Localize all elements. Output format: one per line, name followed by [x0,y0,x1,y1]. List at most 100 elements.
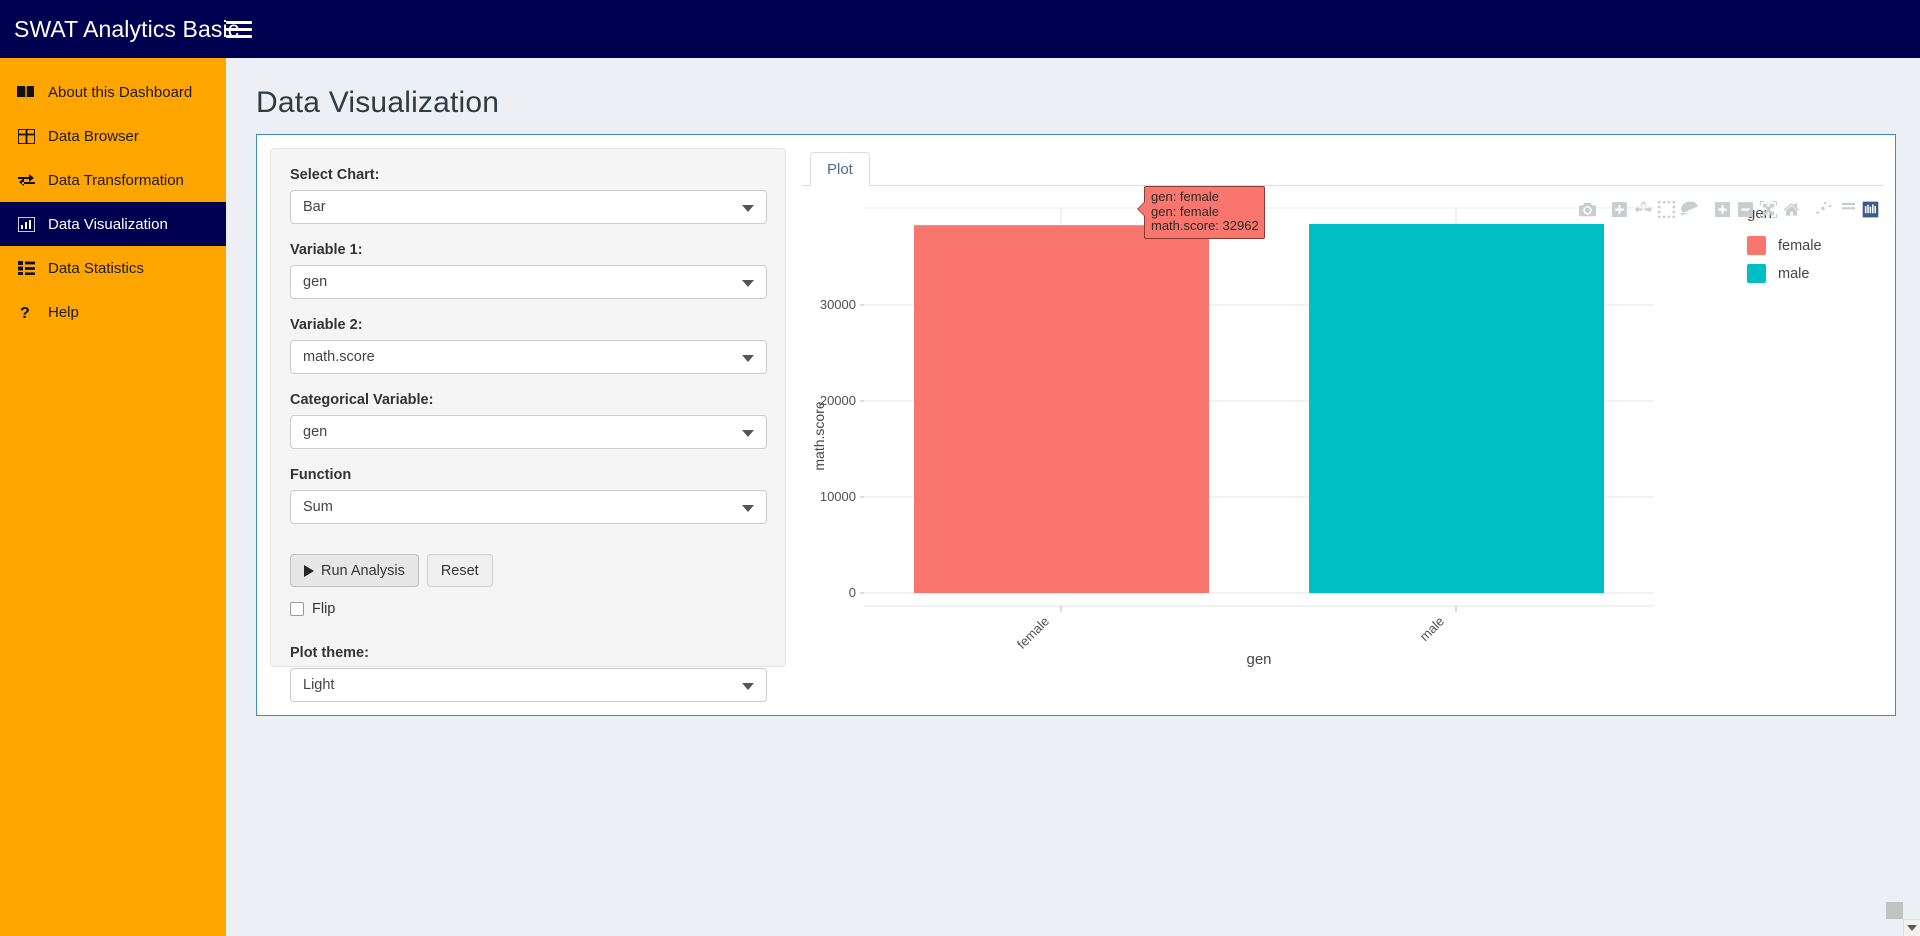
autoscale-icon[interactable] [1757,198,1780,220]
x-tick-label: male [1417,614,1448,645]
book-icon [16,83,36,101]
run-analysis-label: Run Analysis [321,562,405,579]
categorical-variable-value: gen [303,424,328,440]
run-analysis-button[interactable]: Run Analysis [290,554,419,587]
legend-swatch [1747,236,1766,255]
chevron-down-icon [742,683,754,690]
download-plot-as-png-icon[interactable] [1576,198,1599,220]
question-mark-icon: ? [16,303,36,321]
chevron-down-icon [742,205,754,212]
plot-theme-value: Light [303,677,335,693]
flip-checkbox[interactable] [290,602,304,616]
variable1-dropdown[interactable]: gen [290,265,767,299]
reset-label: Reset [440,562,479,579]
chart-options-form: Select Chart: Bar Variable 1: gen Variab… [270,148,786,702]
bar-female[interactable] [914,225,1209,593]
chevron-down-icon [742,430,754,437]
variable2-label: Variable 2: [290,317,363,333]
sidebar-item-help[interactable]: ? Help [0,290,226,334]
x-tick-label: female [1014,614,1052,652]
window-resize-grip[interactable] [1903,919,1920,936]
page-title: Data Visualization [256,86,500,119]
zoom-icon[interactable] [1609,198,1632,220]
tooltip-arrow [1138,201,1146,217]
variable1-label: Variable 1: [290,242,363,258]
variable1-value: gen [303,274,328,290]
reset-axes-home-icon[interactable] [1780,198,1803,220]
hamburger-icon[interactable] [226,16,252,42]
y-tick-label: 10000 [820,489,856,504]
zoom-out-icon[interactable] [1734,198,1757,220]
sidebar-item-data-visualization[interactable]: Data Visualization [0,202,226,246]
categorical-variable-dropdown[interactable]: gen [290,415,767,449]
lasso-select-icon[interactable] [1678,198,1701,220]
visualization-card: Select Chart: Bar Variable 1: gen Variab… [256,134,1896,716]
plotly-chart: 0 10000 20000 30000 math.score female ma… [802,186,1884,686]
svg-text:?: ? [20,305,30,320]
app-brand-title: SWAT Analytics Basic [14,15,240,42]
plot-theme-label: Plot theme: [290,645,369,661]
tooltip-line: gen: female [1151,189,1219,204]
sidebar-item-data-transformation[interactable]: Data Transformation [0,158,226,202]
variable2-dropdown[interactable]: math.score [290,340,767,374]
select-chart-dropdown[interactable]: Bar [290,190,767,224]
plot-svg: 0 10000 20000 30000 math.score female ma… [811,205,1772,668]
list-icon [16,259,36,277]
hover-compare-data-icon[interactable] [1836,198,1859,220]
chevron-down-icon [742,280,754,287]
sidebar-item-label: Data Visualization [48,215,168,233]
x-axis-title: gen [1246,651,1271,668]
flip-label: Flip [312,601,336,617]
exchange-arrows-icon [16,171,36,189]
pan-icon[interactable] [1632,198,1655,220]
tab-plot[interactable]: Plot [810,152,870,187]
tooltip-line: math.score: 32962 [1151,218,1259,233]
sidebar-item-data-browser[interactable]: Data Browser [0,114,226,158]
sidebar-item-data-statistics[interactable]: Data Statistics [0,246,226,290]
select-chart-value: Bar [303,199,326,215]
select-chart-label: Select Chart: [290,167,380,183]
flip-checkbox-row[interactable]: Flip [290,601,766,617]
top-navbar: SWAT Analytics Basic [0,0,1920,58]
reset-button[interactable]: Reset [426,554,493,587]
tab-plot-label: Plot [827,161,853,178]
toggle-spike-lines-icon[interactable] [1813,198,1836,220]
legend-swatch [1747,264,1766,283]
plot-theme-dropdown[interactable]: Light [290,668,767,702]
legend-item-female[interactable]: female [1747,236,1822,255]
plot-legend: female male [1747,236,1822,292]
zoom-in-icon[interactable] [1711,198,1734,220]
legend-item-male[interactable]: male [1747,264,1822,283]
y-axis-title: math.score [811,401,827,470]
table-icon [16,127,36,145]
legend-label: male [1778,265,1810,282]
bar-chart-icon [16,215,36,233]
bar-male[interactable] [1309,224,1604,593]
box-select-icon[interactable] [1655,198,1678,220]
app-root: SWAT Analytics Basic About this Dashboar… [0,0,1920,936]
main-content: Data Visualization Select Chart: Bar Var… [226,58,1920,936]
chevron-down-icon [742,355,754,362]
legend-label: female [1778,237,1822,254]
plotly-modebar [1566,198,1882,220]
function-value: Sum [303,499,333,515]
function-label: Function [290,467,352,483]
hover-closest-data-icon[interactable] [1859,198,1882,220]
form-action-buttons: Run Analysis Reset [290,554,766,587]
hover-tooltip: gen: female gen: female math.score: 3296… [1137,186,1265,239]
plot-panel: Plot 0 10000 20000 30000 math.score fema… [802,148,1884,688]
scrollbar-corner [1886,902,1903,919]
y-tick-label: 0 [849,585,856,600]
sidebar-item-label: Data Transformation [48,171,184,189]
sidebar-item-label: About this Dashboard [48,83,193,101]
chevron-down-icon [742,505,754,512]
sidebar-item-about-this-dashboard[interactable]: About this Dashboard [0,70,226,114]
sidebar: About this Dashboard Data Browser Data T… [0,58,226,936]
sidebar-item-label: Help [48,303,79,321]
variable2-value: math.score [303,349,375,365]
categorical-variable-label: Categorical Variable: [290,392,434,408]
tooltip-line: gen: female [1151,203,1219,219]
y-tick-label: 30000 [820,297,856,312]
resize-triangle-icon [1907,925,1917,931]
function-dropdown[interactable]: Sum [290,490,767,524]
